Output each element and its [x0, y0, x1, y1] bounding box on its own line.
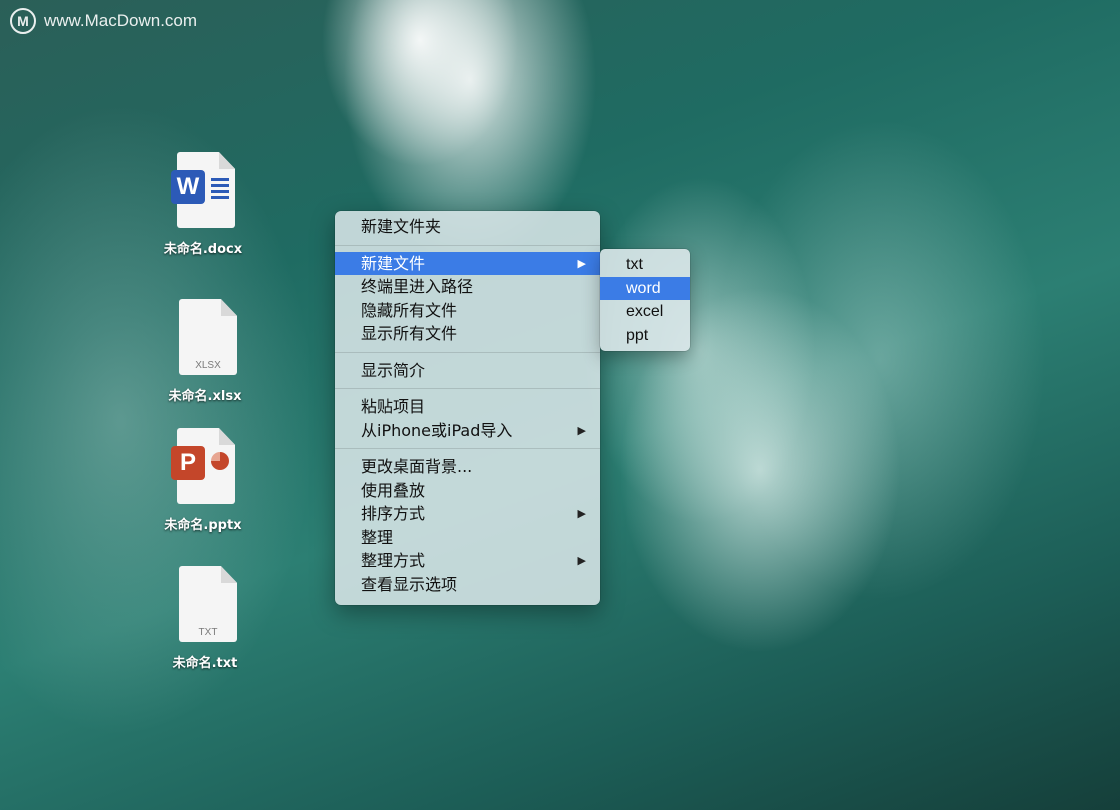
word-document-icon: W: [171, 152, 235, 230]
watermark-text: www.MacDown.com: [44, 11, 198, 30]
menu-item-label: 新建文件夹: [361, 217, 442, 236]
watermark: M www.MacDown.com: [10, 8, 197, 34]
menu-item-new-file[interactable]: 新建文件 ▶: [335, 251, 600, 275]
menu-item-open-terminal[interactable]: 终端里进入路径: [335, 275, 600, 299]
menu-item-get-info[interactable]: 显示简介: [335, 359, 600, 383]
file-label: 未命名.xlsx: [168, 389, 242, 404]
submenu-arrow-icon: ▶: [577, 256, 586, 270]
menu-item-label: 隐藏所有文件: [361, 300, 458, 320]
desktop-file-pptx[interactable]: P 未命名.pptx: [148, 428, 258, 533]
menu-item-hide-all-files[interactable]: 隐藏所有文件: [335, 299, 600, 323]
menu-item-label: 新建文件: [361, 253, 426, 273]
desktop-file-xlsx[interactable]: XLSX 未命名.xlsx: [150, 299, 260, 404]
menu-item-paste[interactable]: 粘贴项目: [335, 395, 600, 419]
submenu-item-ppt[interactable]: ppt: [600, 324, 690, 348]
menu-item-label: 终端里进入路径: [361, 277, 474, 296]
word-badge: W: [171, 170, 205, 204]
submenu-item-word[interactable]: word: [600, 276, 690, 300]
txt-document-icon: TXT: [173, 566, 237, 644]
menu-item-label: 粘贴项目: [361, 397, 426, 416]
menu-item-clean-up[interactable]: 整理: [335, 526, 600, 550]
file-label: 未命名.docx: [163, 242, 243, 257]
menu-item-change-background[interactable]: 更改桌面背景...: [335, 455, 600, 479]
file-ext-label: TXT: [198, 627, 218, 638]
desktop-file-txt[interactable]: TXT 未命名.txt: [150, 566, 260, 671]
menu-separator: [335, 244, 600, 246]
file-label: 未命名.pptx: [164, 518, 242, 533]
menu-item-show-view-options[interactable]: 查看显示选项: [335, 573, 600, 597]
menu-separator: [335, 388, 600, 389]
menu-separator: [335, 351, 600, 353]
desktop-context-menu: 新建文件夹 新建文件 ▶ 终端里进入路径 隐藏所有文件 显示所有文件 显示简介 粘…: [335, 211, 600, 605]
menu-item-label: 整理: [361, 527, 394, 547]
menu-item-label: 显示简介: [361, 360, 426, 380]
menu-item-import-from-iphone[interactable]: 从iPhone或iPad导入 ▶: [335, 419, 600, 443]
menu-item-label: 显示所有文件: [361, 324, 458, 343]
ppt-badge: P: [171, 446, 205, 480]
menu-item-label: 更改桌面背景...: [361, 457, 473, 476]
file-ext-label: XLSX: [195, 360, 221, 371]
menu-separator: [335, 448, 600, 449]
menu-item-sort-by[interactable]: 排序方式 ▶: [335, 502, 600, 526]
submenu-arrow-icon: ▶: [577, 423, 586, 437]
menu-item-use-stacks[interactable]: 使用叠放: [335, 479, 600, 503]
menu-item-clean-up-by[interactable]: 整理方式 ▶: [335, 549, 600, 573]
new-file-submenu: txt word excel ppt: [600, 249, 690, 351]
xlsx-document-icon: XLSX: [173, 299, 237, 377]
menu-item-new-folder[interactable]: 新建文件夹: [335, 215, 600, 239]
menu-item-label: 使用叠放: [361, 480, 426, 500]
submenu-arrow-icon: ▶: [577, 554, 586, 567]
pie-chart-icon: [211, 452, 229, 470]
menu-item-label: 排序方式: [361, 504, 426, 523]
menu-item-label: 整理方式: [361, 551, 426, 570]
powerpoint-document-icon: P: [171, 428, 235, 506]
macdown-logo-icon: M: [10, 8, 36, 34]
menu-item-show-all-files[interactable]: 显示所有文件: [335, 322, 600, 346]
submenu-item-excel[interactable]: excel: [600, 300, 690, 324]
submenu-item-txt[interactable]: txt: [600, 253, 690, 277]
menu-item-label: 从iPhone或iPad导入: [361, 420, 513, 440]
submenu-arrow-icon: ▶: [577, 507, 586, 520]
file-label: 未命名.txt: [172, 656, 238, 671]
menu-item-label: 查看显示选项: [361, 574, 458, 594]
desktop-file-docx[interactable]: W 未命名.docx: [148, 152, 258, 257]
